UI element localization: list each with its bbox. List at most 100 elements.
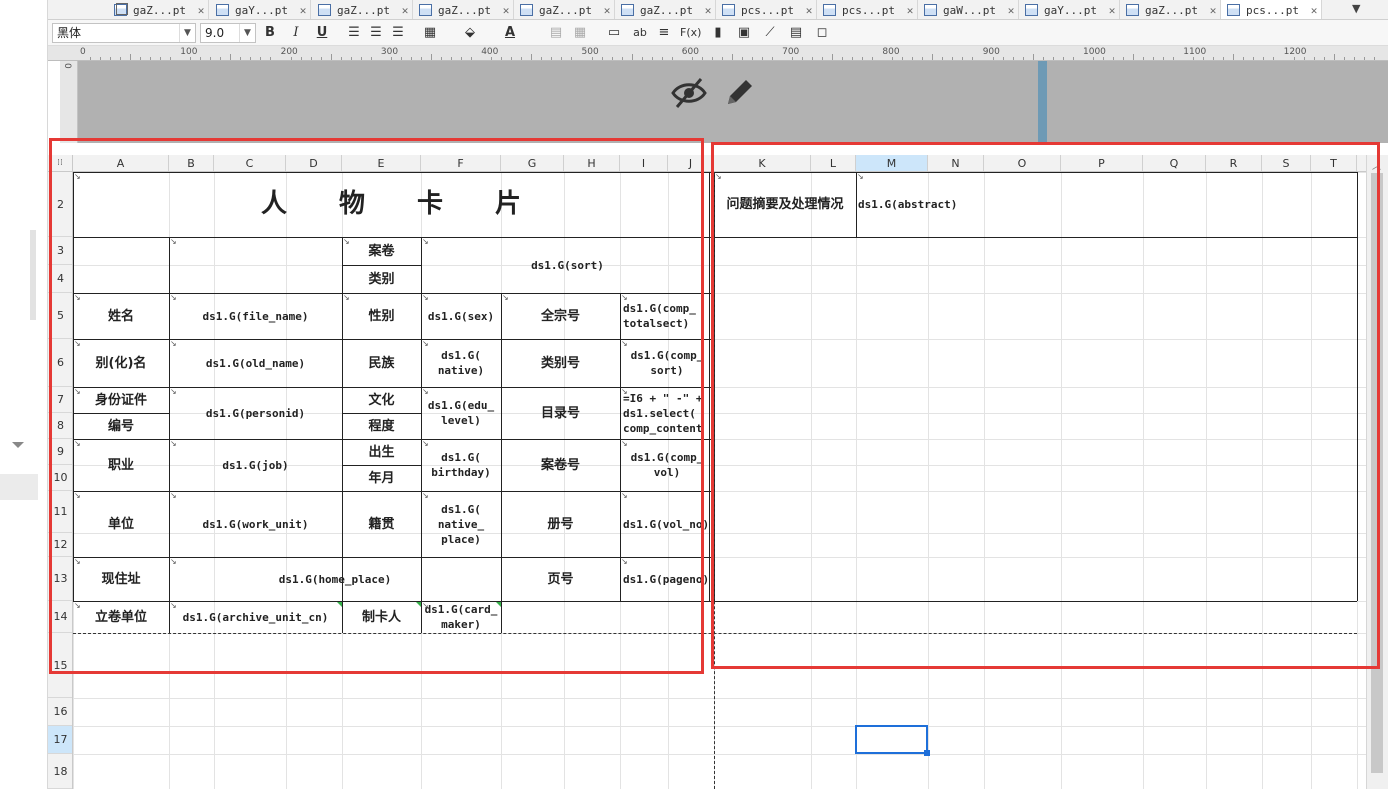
ruler-tick: [160, 57, 161, 60]
ruler-tick: [310, 57, 312, 60]
page-boundary-marker: [1038, 61, 1047, 143]
row-header-18[interactable]: 18: [48, 754, 72, 789]
tab-1[interactable]: gaY...pt ✕: [210, 0, 311, 19]
tab-overflow-icon[interactable]: ▼: [1352, 2, 1360, 15]
font-family-select[interactable]: 黑体 ▼: [52, 23, 196, 43]
widget-icon[interactable]: ◻: [812, 23, 832, 43]
close-icon[interactable]: ✕: [398, 4, 412, 17]
hidden-eye-icon[interactable]: [670, 76, 708, 110]
ruler-tick: [1323, 57, 1325, 60]
tab-label: pcs...pt: [741, 3, 794, 17]
ruler-tick: [120, 57, 121, 60]
ruler-tick: [771, 57, 773, 60]
ruler-tick: [210, 57, 212, 60]
report-file-icon: [621, 4, 634, 16]
tab-7[interactable]: pcs...pt ✕: [817, 0, 918, 19]
chart-icon[interactable]: ▮: [708, 23, 728, 43]
tab-6[interactable]: pcs...pt ✕: [716, 0, 817, 19]
text-icon[interactable]: ab: [630, 23, 650, 43]
underline-button[interactable]: U: [312, 23, 332, 43]
align-left-icon[interactable]: ☰: [344, 23, 364, 43]
align-center-icon[interactable]: ☰: [366, 23, 386, 43]
border-icon[interactable]: ▦: [420, 23, 440, 43]
ruler-label: 600: [681, 47, 699, 57]
ruler-tick: [631, 54, 633, 60]
paragraph-icon[interactable]: ≡: [654, 23, 674, 43]
tab-label: gaW...pt: [943, 3, 996, 17]
fill-color-icon[interactable]: ⬙: [460, 23, 480, 43]
ruler-tick: [822, 57, 824, 60]
report-file-icon: [318, 4, 331, 16]
selected-cell[interactable]: [855, 725, 928, 754]
ruler-tick: [1233, 54, 1235, 60]
close-icon[interactable]: ✕: [802, 4, 816, 17]
row-header-17[interactable]: 17: [48, 726, 72, 754]
close-icon[interactable]: ✕: [903, 4, 917, 17]
ruler-tick: [1253, 57, 1255, 60]
line-icon[interactable]: ▭: [604, 23, 624, 43]
ruler-tick: [641, 57, 643, 60]
row-header-16[interactable]: 16: [48, 698, 72, 726]
tab-5[interactable]: gaZ...pt ✕: [615, 0, 716, 19]
tab-3[interactable]: gaZ...pt ✕: [413, 0, 514, 19]
gridline: [73, 698, 1366, 699]
tab-2[interactable]: gaZ...pt ✕: [312, 0, 413, 19]
collapse-arrow-icon[interactable]: [12, 442, 24, 448]
ruler-tick: [1042, 57, 1044, 60]
ruler-tick: [300, 57, 302, 60]
merge-cells-icon[interactable]: ▤: [546, 23, 566, 43]
ruler-tick: [721, 57, 723, 60]
ruler-tick: [420, 57, 422, 60]
ruler-tick: [511, 57, 513, 60]
ruler-tick: [892, 57, 894, 60]
close-icon[interactable]: ✕: [1307, 4, 1321, 17]
close-icon[interactable]: ✕: [1206, 4, 1220, 17]
close-icon[interactable]: ✕: [499, 4, 513, 17]
tab-11[interactable]: pcs...pt ✕: [1221, 0, 1322, 19]
close-icon[interactable]: ✕: [194, 4, 208, 17]
chevron-down-icon: ▼: [179, 24, 195, 42]
slash-icon[interactable]: ⟋: [760, 23, 780, 43]
left-panel-item[interactable]: [0, 474, 38, 500]
tab-4[interactable]: gaZ...pt ✕: [514, 0, 615, 19]
ruler-tick: [661, 57, 663, 60]
tab-8[interactable]: gaW...pt ✕: [918, 0, 1019, 19]
ruler-tick: [1273, 57, 1275, 60]
formula-icon[interactable]: F(x): [680, 23, 701, 43]
close-icon[interactable]: ✕: [1004, 4, 1018, 17]
ruler-label: 900: [982, 47, 1000, 57]
ruler-tick: [611, 57, 613, 60]
ruler-tick: [290, 57, 292, 60]
close-icon[interactable]: ✕: [600, 4, 614, 17]
tab-grid-icon[interactable]: [116, 3, 128, 15]
font-color-icon[interactable]: A: [500, 23, 520, 43]
tab-label: gaZ...pt: [438, 3, 491, 17]
ruler-tick: [240, 57, 242, 60]
highlight-box-right: [711, 142, 1380, 669]
gridline: [73, 726, 1366, 727]
italic-button[interactable]: I: [286, 23, 306, 43]
tab-9[interactable]: gaY...pt ✕: [1019, 0, 1120, 19]
edit-pencil-icon[interactable]: [722, 76, 756, 110]
ruler-tick: [140, 57, 141, 60]
image-icon[interactable]: ▣: [734, 23, 754, 43]
ruler-tick: [1193, 57, 1195, 60]
close-icon[interactable]: ✕: [1105, 4, 1119, 17]
font-size-select[interactable]: 9.0 ▼: [200, 23, 256, 43]
bold-button[interactable]: B: [260, 23, 280, 43]
font-family-value: 黑体: [57, 26, 82, 40]
ruler-tick: [320, 57, 322, 60]
tab-label: gaZ...pt: [133, 3, 186, 17]
report-file-icon: [1025, 4, 1038, 16]
subreport-icon[interactable]: ▤: [786, 23, 806, 43]
close-icon[interactable]: ✕: [701, 4, 715, 17]
align-right-icon[interactable]: ☰: [388, 23, 408, 43]
split-cells-icon[interactable]: ▦: [570, 23, 590, 43]
ruler-tick: [370, 57, 372, 60]
ruler-tick: [561, 57, 563, 60]
close-icon[interactable]: ✕: [296, 4, 310, 17]
ruler-tick: [972, 57, 974, 60]
tab-10[interactable]: gaZ...pt ✕: [1120, 0, 1221, 19]
fill-handle[interactable]: [924, 750, 930, 756]
left-panel-scrollbar[interactable]: [30, 230, 36, 320]
